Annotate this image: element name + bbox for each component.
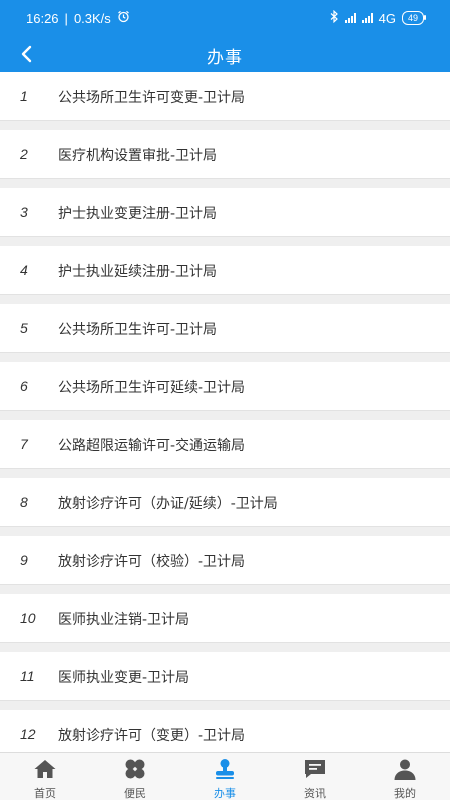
alarm-icon — [117, 10, 130, 26]
item-index: 3 — [20, 204, 28, 220]
status-separator: | — [64, 10, 68, 26]
battery-icon: 49 — [401, 11, 427, 25]
item-title: 护士执业变更注册-卫计局 — [58, 206, 218, 222]
message-icon — [303, 758, 327, 785]
item-title: 公共场所卫生许可延续-卫计局 — [58, 380, 246, 396]
status-speed: 0.3K/s — [73, 10, 111, 26]
list-item[interactable]: 10 医师执业注销-卫计局 — [0, 594, 450, 643]
list-item[interactable]: 8 放射诊疗许可（办证/延续）-卫计局 — [0, 478, 450, 527]
battery-level: 49 — [407, 13, 418, 23]
tab-label: 首页 — [34, 787, 56, 800]
tab-message[interactable]: 资讯 — [270, 753, 360, 800]
status-left: 16:26 | 0.3K/s — [26, 10, 130, 26]
bluetooth-icon — [330, 9, 339, 26]
stamp-icon — [213, 758, 237, 785]
page-title: 办事 — [207, 48, 243, 68]
list-item[interactable]: 1 公共场所卫生许可变更-卫计局 — [0, 72, 450, 121]
home-icon — [33, 758, 57, 785]
item-index: 5 — [20, 320, 28, 336]
tab-label: 我的 — [394, 787, 416, 800]
item-index: 10 — [20, 610, 36, 626]
item-index: 6 — [20, 378, 28, 394]
tab-user[interactable]: 我的 — [360, 753, 450, 800]
item-title: 放射诊疗许可（办证/延续）-卫计局 — [58, 496, 278, 512]
item-title: 放射诊疗许可（校验）-卫计局 — [58, 554, 246, 570]
tab-label: 便民 — [124, 787, 146, 800]
list-item[interactable]: 6 公共场所卫生许可延续-卫计局 — [0, 362, 450, 411]
item-index: 2 — [20, 146, 28, 162]
list-item[interactable]: 7 公路超限运输许可-交通运输局 — [0, 420, 450, 469]
item-index: 7 — [20, 436, 28, 452]
item-title: 放射诊疗许可（变更）-卫计局 — [58, 728, 246, 744]
user-icon — [393, 758, 417, 785]
status-right: 4G 49 — [330, 9, 427, 26]
item-title: 医师执业变更-卫计局 — [58, 670, 190, 686]
tab-label: 资讯 — [304, 787, 326, 800]
item-index: 11 — [20, 668, 35, 684]
list-item[interactable]: 11 医师执业变更-卫计局 — [0, 652, 450, 701]
tab-home[interactable]: 首页 — [0, 753, 90, 800]
item-title: 公共场所卫生许可-卫计局 — [58, 322, 218, 338]
list-item[interactable]: 5 公共场所卫生许可-卫计局 — [0, 304, 450, 353]
network-type: 4G — [378, 10, 396, 26]
item-title: 医师执业注销-卫计局 — [58, 612, 190, 628]
item-title: 护士执业延续注册-卫计局 — [58, 264, 218, 280]
tab-label: 办事 — [214, 787, 236, 800]
item-title: 公路超限运输许可-交通运输局 — [58, 438, 246, 454]
status-time: 16:26 — [26, 10, 59, 26]
item-index: 1 — [20, 88, 28, 104]
clover-icon — [123, 758, 147, 785]
tab-stamp[interactable]: 办事 — [180, 753, 270, 800]
list-item[interactable]: 2 医疗机构设置审批-卫计局 — [0, 130, 450, 179]
app-screen: 16:26 | 0.3K/s 4G 49 办事 1 公共场所卫生许可变更-卫计局 2… — [0, 0, 450, 800]
item-index: 8 — [20, 494, 28, 510]
item-index: 12 — [20, 726, 36, 742]
item-index: 9 — [20, 552, 28, 568]
item-index: 4 — [20, 262, 28, 278]
signal-icon — [344, 13, 356, 23]
item-title: 医疗机构设置审批-卫计局 — [58, 148, 218, 164]
list-item[interactable]: 9 放射诊疗许可（校验）-卫计局 — [0, 536, 450, 585]
status-bar: 16:26 | 0.3K/s 4G 49 — [0, 0, 450, 36]
service-list: 1 公共场所卫生许可变更-卫计局 2 医疗机构设置审批-卫计局 3 护士执业变更注册-卫计… — [0, 72, 450, 752]
nav-header: 办事 — [0, 36, 450, 72]
signal-2-icon — [361, 13, 373, 23]
list-item[interactable]: 3 护士执业变更注册-卫计局 — [0, 188, 450, 237]
list-item[interactable]: 4 护士执业延续注册-卫计局 — [0, 246, 450, 295]
list-item[interactable]: 12 放射诊疗许可（变更）-卫计局 — [0, 710, 450, 752]
bottom-tab-bar: 首页 便民 办事 资讯 我的 — [0, 752, 450, 800]
tab-clover[interactable]: 便民 — [90, 753, 180, 800]
item-title: 公共场所卫生许可变更-卫计局 — [58, 90, 246, 106]
